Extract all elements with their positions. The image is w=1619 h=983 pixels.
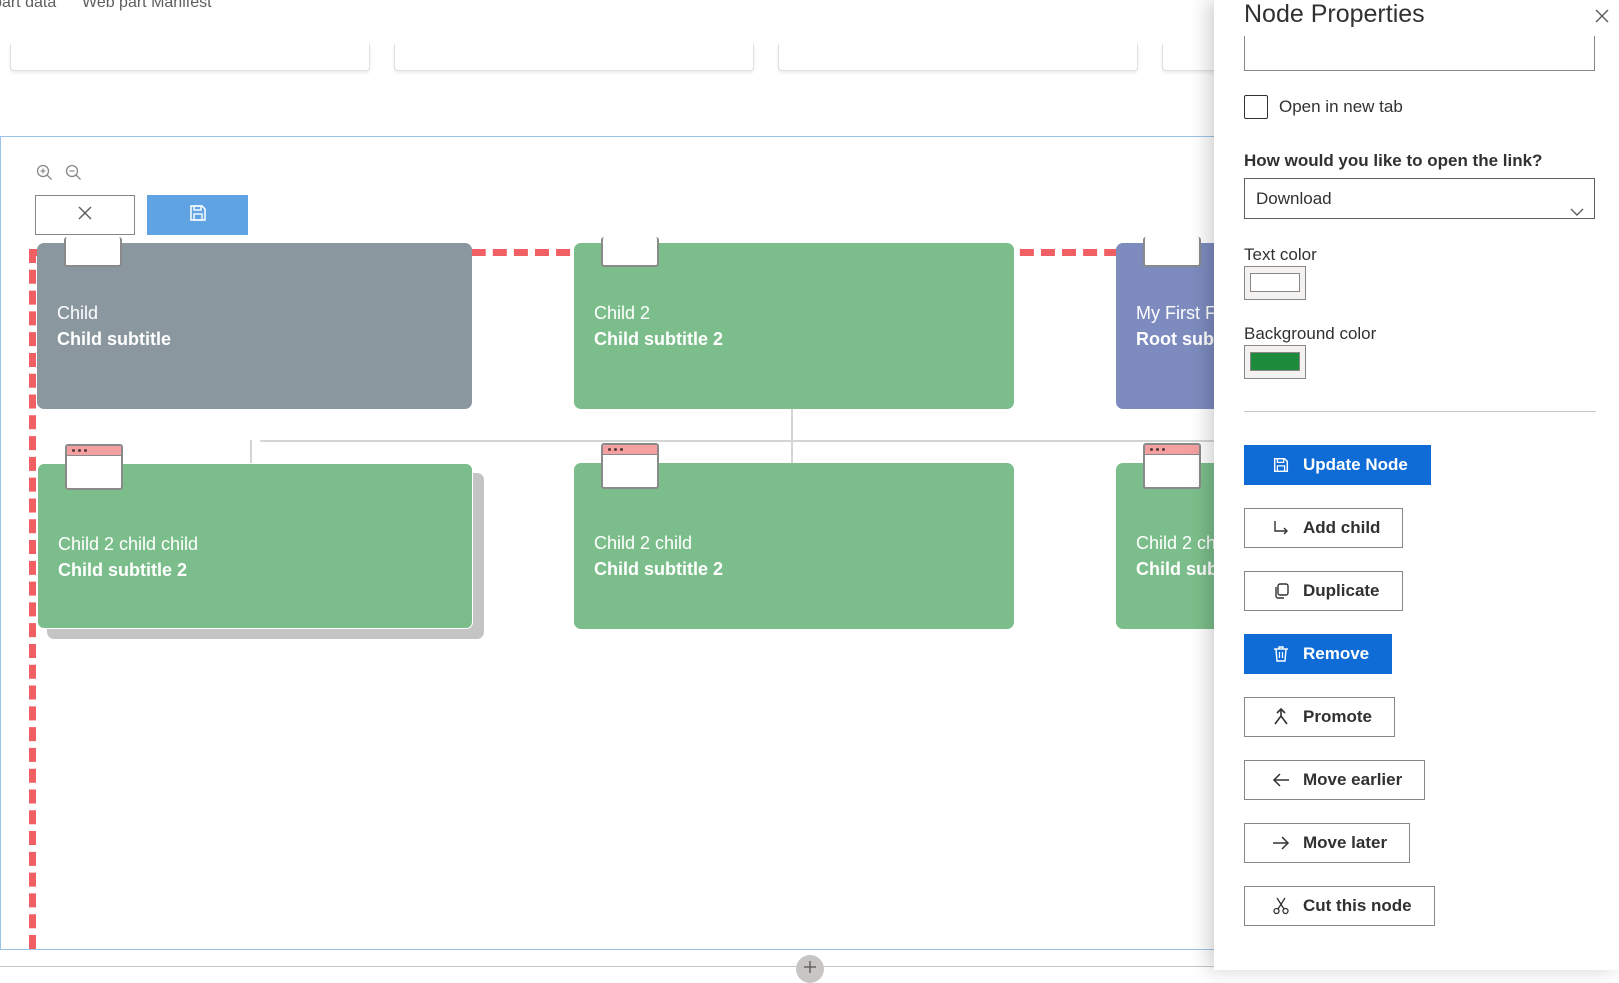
open-link-label: How would you like to open the link? bbox=[1244, 151, 1543, 170]
node-image-placeholder bbox=[1143, 443, 1201, 489]
text-color-swatch bbox=[1250, 273, 1300, 292]
save-button[interactable] bbox=[147, 195, 248, 235]
close-panel-button[interactable] bbox=[1592, 8, 1612, 28]
connector-horizontal bbox=[260, 440, 1240, 442]
node-title: Child 2 child child bbox=[58, 534, 199, 554]
card-2[interactable] bbox=[394, 44, 754, 71]
org-chart-canvas: Child Child subtitle Child 2 Child subti… bbox=[0, 136, 1240, 950]
duplicate-button[interactable]: Duplicate bbox=[1244, 571, 1403, 611]
node-subtitle: Child sub bbox=[1136, 559, 1218, 579]
node-image-placeholder bbox=[65, 444, 123, 490]
node-title: Child 2 bbox=[594, 303, 651, 323]
zoom-in-icon[interactable] bbox=[35, 163, 53, 181]
node-subtitle: Child subtitle 2 bbox=[594, 559, 724, 579]
promote-icon bbox=[1271, 707, 1291, 727]
open-link-selected: Download bbox=[1256, 189, 1332, 208]
org-node-child[interactable]: Child Child subtitle bbox=[37, 237, 472, 409]
card-3[interactable] bbox=[778, 44, 1138, 71]
promote-button[interactable]: Promote bbox=[1244, 697, 1395, 737]
open-new-tab-label: Open in new tab bbox=[1279, 97, 1403, 116]
close-icon bbox=[1594, 8, 1610, 29]
node-title: Child 2 ch bbox=[1136, 533, 1217, 553]
background-color-label: Background color bbox=[1244, 324, 1377, 343]
plus-icon bbox=[803, 960, 817, 979]
text-color-picker[interactable] bbox=[1244, 266, 1306, 300]
node-title: My First F bbox=[1136, 303, 1216, 323]
add-child-button[interactable]: Add child bbox=[1244, 508, 1404, 548]
save-icon bbox=[1271, 455, 1291, 475]
move-earlier-label: Move earlier bbox=[1303, 770, 1403, 789]
zoom-out-icon[interactable] bbox=[64, 163, 82, 181]
arrow-left-icon bbox=[1271, 770, 1291, 790]
node-title: Child 2 child bbox=[594, 533, 693, 553]
trash-icon bbox=[1271, 644, 1291, 664]
update-node-button[interactable]: Update Node bbox=[1244, 445, 1431, 485]
card-1[interactable] bbox=[10, 44, 370, 71]
save-icon bbox=[188, 203, 208, 228]
open-link-dropdown[interactable]: Download bbox=[1244, 178, 1595, 219]
node-image-placeholder bbox=[64, 237, 122, 267]
node-title: Child bbox=[57, 303, 99, 323]
node-subtitle: Child subtitle bbox=[57, 329, 171, 349]
remove-label: Remove bbox=[1303, 644, 1370, 663]
text-color-label: Text color bbox=[1244, 245, 1317, 264]
chevron-down-icon bbox=[1570, 192, 1584, 231]
cancel-button[interactable] bbox=[35, 195, 135, 235]
background-color-picker[interactable] bbox=[1244, 345, 1306, 379]
tab-web-part-manifest[interactable]: Web part Manifest bbox=[82, 0, 212, 12]
scissors-icon bbox=[1271, 896, 1291, 916]
node-image-placeholder bbox=[601, 443, 659, 489]
org-node-child-2-child-child[interactable]: Child 2 child child Child subtitle 2 bbox=[37, 444, 473, 629]
node-image-placeholder bbox=[601, 237, 659, 267]
node-subtitle: Root sub bbox=[1136, 329, 1214, 349]
add-section-button[interactable] bbox=[796, 955, 824, 983]
copy-icon bbox=[1271, 581, 1291, 601]
promote-label: Promote bbox=[1303, 707, 1372, 726]
duplicate-label: Duplicate bbox=[1303, 581, 1380, 600]
add-child-label: Add child bbox=[1303, 518, 1381, 537]
cut-node-button[interactable]: Cut this node bbox=[1244, 886, 1435, 926]
move-earlier-button[interactable]: Move earlier bbox=[1244, 760, 1426, 800]
node-image-placeholder bbox=[1143, 237, 1201, 267]
panel-title: Node Properties bbox=[1244, 0, 1425, 28]
node-subtitle: Child subtitle 2 bbox=[594, 329, 724, 349]
arrow-right-icon bbox=[1271, 833, 1291, 853]
panel-divider bbox=[1244, 411, 1596, 412]
section-divider bbox=[0, 966, 1240, 967]
update-node-label: Update Node bbox=[1303, 455, 1408, 474]
org-node-child-2[interactable]: Child 2 Child subtitle 2 bbox=[574, 237, 1014, 409]
close-icon bbox=[77, 205, 93, 226]
background-color-swatch bbox=[1250, 352, 1300, 371]
link-url-input[interactable] bbox=[1244, 36, 1595, 71]
add-child-icon bbox=[1271, 518, 1291, 538]
org-node-child-2-child[interactable]: Child 2 child Child subtitle 2 bbox=[574, 443, 1014, 629]
tab-web-part-data[interactable]: Web part data bbox=[0, 0, 56, 12]
cut-node-label: Cut this node bbox=[1303, 896, 1412, 915]
open-new-tab-checkbox[interactable] bbox=[1244, 95, 1268, 119]
connector-vertical-top bbox=[791, 409, 793, 441]
move-later-label: Move later bbox=[1303, 833, 1388, 852]
node-subtitle: Child subtitle 2 bbox=[58, 560, 188, 580]
remove-button[interactable]: Remove bbox=[1244, 634, 1393, 674]
node-properties-panel: Node Properties Open in new tab How woul… bbox=[1214, 0, 1619, 970]
move-later-button[interactable]: Move later bbox=[1244, 823, 1411, 863]
